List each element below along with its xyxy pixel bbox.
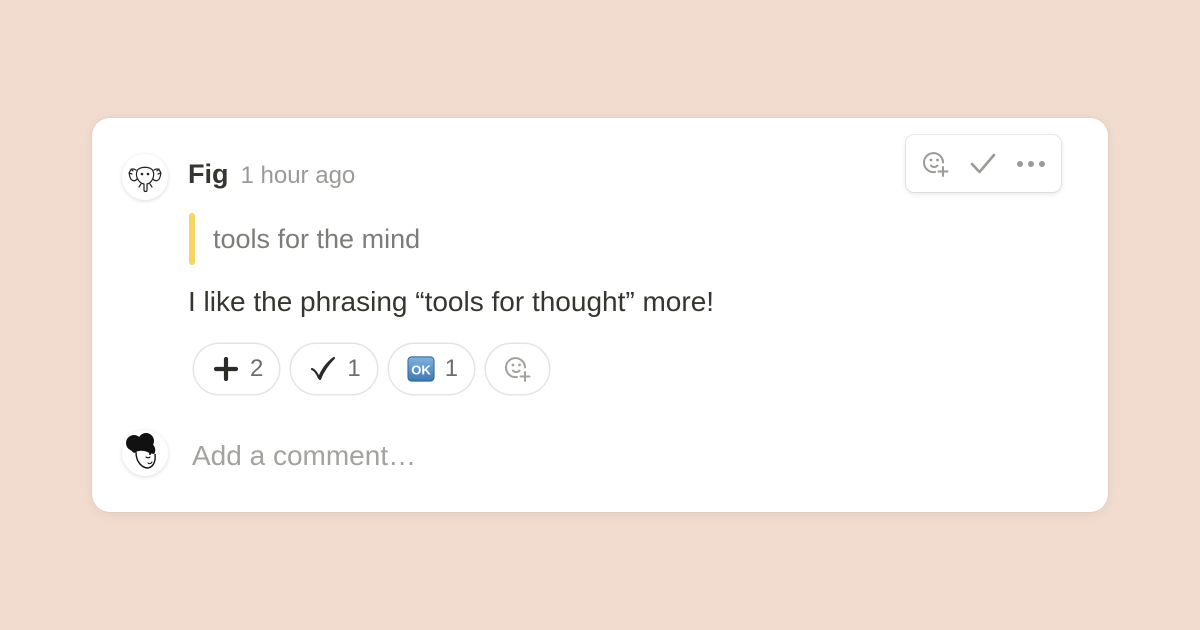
comment-body: I like the phrasing “tools for thought” … — [188, 286, 715, 317]
more-options-button[interactable] — [1011, 144, 1051, 184]
reaction-count: 2 — [250, 355, 264, 382]
comment-header: Fig 1 hour ago — [188, 159, 355, 195]
add-comment-input[interactable] — [192, 434, 1042, 478]
elephant-avatar-icon — [128, 166, 162, 193]
reaction-count: 1 — [444, 355, 459, 382]
quoted-text-block: tools for the mind — [189, 213, 420, 265]
ok-button-icon: OK — [407, 355, 435, 383]
reaction-plus[interactable]: 2 — [194, 344, 280, 394]
user-avatar-icon — [126, 433, 156, 469]
author-name[interactable]: Fig — [188, 159, 229, 190]
reaction-check[interactable]: 1 — [291, 344, 377, 394]
quote-bar — [189, 213, 195, 265]
reactions-row: 2 1 OK 1 — [194, 344, 550, 394]
comment-toolbar — [906, 135, 1061, 192]
svg-text:OK: OK — [411, 363, 431, 378]
reaction-count: 1 — [347, 355, 361, 382]
quoted-text: tools for the mind — [213, 223, 421, 254]
add-reaction-icon — [504, 357, 531, 382]
add-reaction-button[interactable] — [916, 144, 956, 184]
current-user-avatar[interactable] — [122, 430, 168, 476]
add-reaction-icon — [922, 151, 949, 177]
plus-icon — [212, 355, 240, 383]
add-reaction-pill-button[interactable] — [486, 344, 550, 394]
check-mark-icon — [309, 355, 337, 383]
author-avatar[interactable] — [122, 154, 168, 200]
reaction-ok[interactable]: OK 1 — [388, 344, 475, 394]
resolve-check-icon — [971, 153, 996, 173]
resolve-button[interactable] — [963, 144, 1003, 184]
comment-card: Fig 1 hour ago tools for the mind I like… — [92, 118, 1108, 512]
comment-timestamp: 1 hour ago — [240, 162, 356, 189]
more-options-icon — [1017, 160, 1046, 167]
